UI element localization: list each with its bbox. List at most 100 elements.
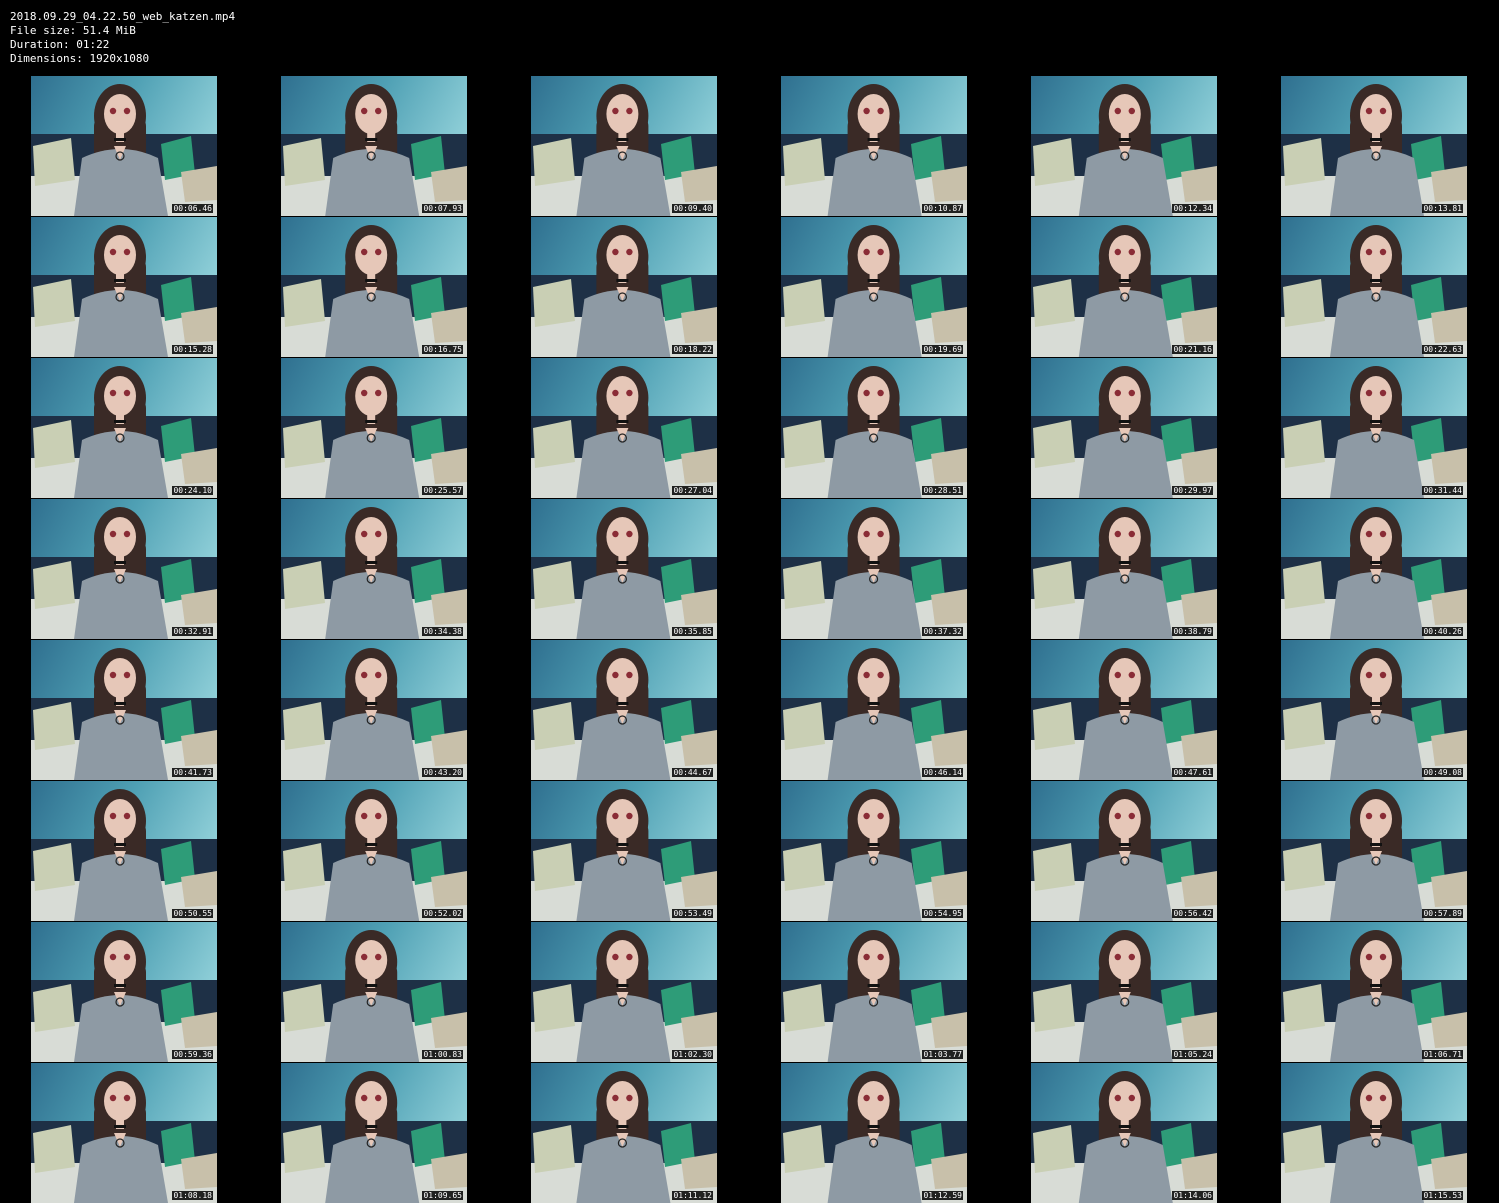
video-thumbnail[interactable]: 01:15.53: [1281, 1063, 1467, 1203]
video-thumbnail[interactable]: 00:50.55: [31, 781, 217, 921]
video-thumbnail[interactable]: 00:56.42: [1031, 781, 1217, 921]
frame-image: [1281, 781, 1467, 921]
frame-image: [281, 781, 467, 921]
frame-image: [531, 1063, 717, 1203]
frame-image: [531, 358, 717, 498]
timestamp-label: 00:43.20: [422, 768, 463, 777]
timestamp-label: 00:40.26: [1422, 627, 1463, 636]
video-thumbnail[interactable]: 00:59.36: [31, 922, 217, 1062]
frame-image: [281, 499, 467, 639]
video-thumbnail[interactable]: 00:18.22: [531, 217, 717, 357]
video-thumbnail[interactable]: 00:28.51: [781, 358, 967, 498]
frame-image: [1031, 922, 1217, 1062]
timestamp-label: 00:34.38: [422, 627, 463, 636]
frame-image: [1281, 358, 1467, 498]
video-thumbnail[interactable]: 00:29.97: [1031, 358, 1217, 498]
frame-image: [31, 76, 217, 216]
video-thumbnail[interactable]: 01:14.06: [1031, 1063, 1217, 1203]
video-thumbnail[interactable]: 01:11.12: [531, 1063, 717, 1203]
video-thumbnail[interactable]: 00:49.08: [1281, 640, 1467, 780]
timestamp-label: 01:12.59: [922, 1191, 963, 1200]
video-thumbnail[interactable]: 00:46.14: [781, 640, 967, 780]
video-thumbnail[interactable]: 01:00.83: [281, 922, 467, 1062]
video-thumbnail[interactable]: 00:22.63: [1281, 217, 1467, 357]
video-thumbnail[interactable]: 00:54.95: [781, 781, 967, 921]
timestamp-label: 00:29.97: [1172, 486, 1213, 495]
video-thumbnail[interactable]: 00:37.32: [781, 499, 967, 639]
video-thumbnail[interactable]: 00:41.73: [31, 640, 217, 780]
timestamp-label: 00:44.67: [672, 768, 713, 777]
video-thumbnail[interactable]: 00:16.75: [281, 217, 467, 357]
frame-image: [281, 640, 467, 780]
frame-image: [781, 640, 967, 780]
video-info-header: 2018.09.29_04.22.50_web_katzen.mp4 File s…: [10, 10, 235, 66]
video-thumbnail[interactable]: 01:08.18: [31, 1063, 217, 1203]
timestamp-label: 00:47.61: [1172, 768, 1213, 777]
video-thumbnail[interactable]: 01:02.30: [531, 922, 717, 1062]
frame-image: [1031, 76, 1217, 216]
frame-image: [1281, 217, 1467, 357]
timestamp-label: 00:18.22: [672, 345, 713, 354]
frame-image: [31, 640, 217, 780]
timestamp-label: 00:53.49: [672, 909, 713, 918]
video-thumbnail[interactable]: 00:38.79: [1031, 499, 1217, 639]
timestamp-label: 00:35.85: [672, 627, 713, 636]
video-thumbnail[interactable]: 00:24.10: [31, 358, 217, 498]
frame-image: [31, 1063, 217, 1203]
video-thumbnail[interactable]: 00:15.28: [31, 217, 217, 357]
frame-image: [531, 640, 717, 780]
video-thumbnail[interactable]: 00:19.69: [781, 217, 967, 357]
video-thumbnail[interactable]: 00:40.26: [1281, 499, 1467, 639]
frame-image: [531, 781, 717, 921]
timestamp-label: 00:56.42: [1172, 909, 1213, 918]
timestamp-label: 00:07.93: [422, 204, 463, 213]
timestamp-label: 00:46.14: [922, 768, 963, 777]
frame-image: [31, 922, 217, 1062]
video-thumbnail[interactable]: 00:07.93: [281, 76, 467, 216]
video-thumbnail[interactable]: 00:09.40: [531, 76, 717, 216]
frame-image: [1031, 1063, 1217, 1203]
timestamp-label: 01:14.06: [1172, 1191, 1213, 1200]
timestamp-label: 00:06.46: [172, 204, 213, 213]
timestamp-label: 00:50.55: [172, 909, 213, 918]
timestamp-label: 00:10.87: [922, 204, 963, 213]
video-thumbnail[interactable]: 00:06.46: [31, 76, 217, 216]
video-thumbnail[interactable]: 01:05.24: [1031, 922, 1217, 1062]
frame-image: [1031, 640, 1217, 780]
video-thumbnail[interactable]: 00:35.85: [531, 499, 717, 639]
timestamp-label: 00:52.02: [422, 909, 463, 918]
video-thumbnail[interactable]: 00:32.91: [31, 499, 217, 639]
frame-image: [531, 76, 717, 216]
video-thumbnail[interactable]: 00:12.34: [1031, 76, 1217, 216]
frame-image: [1281, 640, 1467, 780]
frame-image: [281, 358, 467, 498]
video-thumbnail[interactable]: 00:21.16: [1031, 217, 1217, 357]
video-thumbnail[interactable]: 01:12.59: [781, 1063, 967, 1203]
frame-image: [31, 217, 217, 357]
timestamp-label: 00:21.16: [1172, 345, 1213, 354]
timestamp-label: 00:28.51: [922, 486, 963, 495]
video-thumbnail[interactable]: 00:27.04: [531, 358, 717, 498]
video-thumbnail[interactable]: 00:31.44: [1281, 358, 1467, 498]
video-thumbnail[interactable]: 00:13.81: [1281, 76, 1467, 216]
video-thumbnail[interactable]: 00:43.20: [281, 640, 467, 780]
dimensions-label: Dimensions: 1920x1080: [10, 52, 150, 65]
timestamp-label: 00:15.28: [172, 345, 213, 354]
frame-image: [1281, 922, 1467, 1062]
video-thumbnail[interactable]: 00:34.38: [281, 499, 467, 639]
file-size-label: File size: 51.4 MiB: [10, 24, 136, 37]
video-thumbnail[interactable]: 01:06.71: [1281, 922, 1467, 1062]
frame-image: [281, 1063, 467, 1203]
frame-image: [781, 1063, 967, 1203]
video-thumbnail[interactable]: 00:47.61: [1031, 640, 1217, 780]
video-thumbnail[interactable]: 00:53.49: [531, 781, 717, 921]
timestamp-label: 01:03.77: [922, 1050, 963, 1059]
thumbnail-grid: 00:06.46 00:07.93 00:09.40 00:10.87 00:12.34…: [31, 76, 1468, 1203]
video-thumbnail[interactable]: 00:57.89: [1281, 781, 1467, 921]
video-thumbnail[interactable]: 00:52.02: [281, 781, 467, 921]
video-thumbnail[interactable]: 00:10.87: [781, 76, 967, 216]
video-thumbnail[interactable]: 00:44.67: [531, 640, 717, 780]
video-thumbnail[interactable]: 01:03.77: [781, 922, 967, 1062]
video-thumbnail[interactable]: 01:09.65: [281, 1063, 467, 1203]
video-thumbnail[interactable]: 00:25.57: [281, 358, 467, 498]
